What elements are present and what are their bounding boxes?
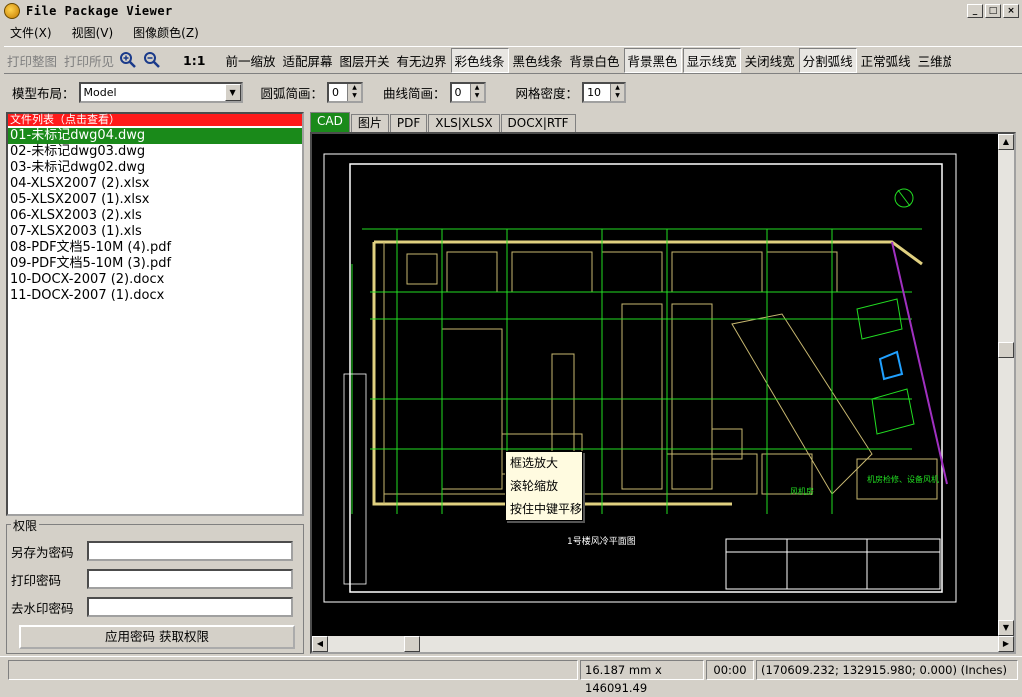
scrollbar-thumb[interactable] [998,342,1014,358]
split-arc-button[interactable]: 分割弧线 [798,47,857,73]
cad-drawing[interactable]: 1号楼风冷平面图 风机房 机房检修、设备风机 [312,134,998,636]
border-toggle-button[interactable]: 有无边界 [393,49,449,72]
print-password-input[interactable] [87,569,293,589]
black-background-button[interactable]: 背景黑色 [623,47,682,73]
context-item-box-zoom[interactable]: 框选放大 [506,452,582,475]
scroll-left-icon[interactable]: ◀ [312,636,328,652]
grid-density-value: 10 [587,85,602,99]
file-item[interactable]: 02-未标记dwg03.dwg [8,144,302,160]
arc-simplify-value: 0 [332,85,340,99]
drawing-label-note: 机房检修、设备风机 [867,474,939,484]
print-visible-button[interactable]: 打印所见 [61,49,117,72]
prev-zoom-button[interactable]: 前一缩放 [222,49,278,72]
status-cell-empty [8,660,578,680]
watermark-password-input[interactable] [87,597,293,617]
drawing-caption: 1号楼风冷平面图 [567,535,636,547]
status-bar: 16.187 mm x 146091.49 00:00 (170609.232;… [0,656,1022,695]
horizontal-scrollbar[interactable]: ◀ ▶ [312,636,1014,652]
spinner-arrows-icon[interactable]: ▲ ▼ [469,83,484,101]
curve-simplify-spinner[interactable]: 0 ▲ ▼ [449,81,486,103]
vertical-scrollbar[interactable]: ▲ ▼ [998,134,1014,636]
permissions-group: 权限 另存为密码 打印密码 去水印密码 应用密码 获取权限 [6,517,304,654]
minimize-button[interactable]: _ [967,4,983,18]
layout-select[interactable]: Model ▼ [78,81,243,103]
menu-bar: 文件(X) 视图(V) 图像颜色(Z) [0,22,1022,42]
app-window: File Package Viewer _ □ × 文件(X) 视图(V) 图像… [0,0,1022,695]
spinner-arrows-icon[interactable]: ▲ ▼ [610,83,625,101]
context-item-wheel-zoom[interactable]: 滚轮缩放 [506,475,582,498]
file-item[interactable]: 04-XLSX2007 (2).xlsx [8,176,302,192]
tab-cad[interactable]: CAD [310,112,350,132]
fit-screen-button[interactable]: 适配屏幕 [279,49,335,72]
3d-rotate-button[interactable]: 三维旋转 [915,49,951,72]
drawing-label-equipment: 风机房 [790,486,814,496]
file-item[interactable]: 03-未标记dwg02.dwg [8,160,302,176]
arc-simplify-label: 圆弧简画： [260,85,324,101]
black-lines-button[interactable]: 黑色线条 [510,49,566,72]
permissions-title: 权限 [11,517,40,534]
tab-pdf[interactable]: PDF [389,114,428,132]
file-item[interactable]: 06-XLSX2003 (2).xls [8,208,302,224]
file-item[interactable]: 09-PDF文档5-10M (3).pdf [8,256,302,272]
close-button[interactable]: × [1003,4,1019,18]
menu-file[interactable]: 文件(X) [0,24,62,41]
apply-password-button[interactable]: 应用密码 获取权限 [19,625,295,649]
title-bar: File Package Viewer _ □ × [0,0,1022,22]
grid-density-label: 网格密度： [515,85,579,101]
file-item[interactable]: 11-DOCX-2007 (1).docx [8,288,302,304]
file-list: 01-未标记dwg04.dwg 02-未标记dwg03.dwg 03-未标记dw… [8,128,302,304]
scroll-right-icon[interactable]: ▶ [998,636,1014,652]
color-lines-button[interactable]: 彩色线条 [450,47,509,73]
tab-image[interactable]: 图片 [350,114,389,132]
options-bar: 模型布局： Model ▼ 圆弧简画： 0 ▲ ▼ 曲线简画： 0 ▲ ▼ 网格密度… [4,78,1022,106]
hide-lineweight-button[interactable]: 关闭线宽 [742,49,798,72]
status-scale: 16.187 mm x 146091.49 [580,660,704,695]
grid-density-spinner[interactable]: 10 ▲ ▼ [582,81,627,103]
watermark-password-label: 去水印密码 [11,600,74,616]
zoom-out-icon[interactable] [142,50,162,70]
menu-view[interactable]: 视图(V) [62,24,124,41]
zoom-in-icon[interactable] [118,50,138,70]
layout-label: 模型布局： [12,85,75,101]
context-menu: 框选放大 滚轮缩放 按住中键平移 [505,451,583,521]
toolbar: 打印整图 打印所见 1:1 前一缩放 适配屏幕 图层开关 有无边界 彩色线条 黑… [4,46,1022,74]
layer-toggle-button[interactable]: 图层开关 [336,49,392,72]
status-time: 00:00 [706,660,754,680]
app-logo-icon [4,3,20,19]
file-item[interactable]: 07-XLSX2003 (1).xls [8,224,302,240]
arc-simplify-spinner[interactable]: 0 ▲ ▼ [327,81,364,103]
chevron-down-icon[interactable]: ▼ [224,83,241,101]
save-as-password-input[interactable] [87,541,293,561]
scroll-up-icon[interactable]: ▲ [998,134,1014,150]
tab-xls[interactable]: XLS|XLSX [428,114,500,132]
cad-viewer[interactable]: 1号楼风冷平面图 风机房 机房检修、设备风机 ▲ ▼ ◀ ▶ [310,132,1016,654]
scrollbar-thumb[interactable] [404,636,420,652]
maximize-button[interactable]: □ [985,4,1001,18]
show-lineweight-button[interactable]: 显示线宽 [682,47,741,73]
actual-size-button[interactable]: 1:1 [180,51,208,70]
file-item[interactable]: 10-DOCX-2007 (2).docx [8,272,302,288]
context-item-pan[interactable]: 按住中键平移 [506,498,582,521]
window-title: File Package Viewer [26,4,173,18]
file-list-header: 文件列表（点击查看） [8,114,302,126]
curve-simplify-value: 0 [454,85,462,99]
spinner-arrows-icon[interactable]: ▲ ▼ [347,83,362,101]
curve-simplify-label: 曲线简画： [383,85,446,101]
white-background-button[interactable]: 背景白色 [567,49,623,72]
print-password-label: 打印密码 [11,572,62,588]
layout-value: Model [83,85,117,99]
save-as-password-label: 另存为密码 [11,544,74,560]
file-item[interactable]: 01-未标记dwg04.dwg [8,128,302,144]
scroll-down-icon[interactable]: ▼ [998,620,1014,636]
file-item[interactable]: 08-PDF文档5-10M (4).pdf [8,240,302,256]
tab-docx[interactable]: DOCX|RTF [500,114,576,132]
file-item[interactable]: 05-XLSX2007 (1).xlsx [8,192,302,208]
status-coordinates: (170609.232; 132915.980; 0.000) (Inches) [756,660,1018,680]
normal-arc-button[interactable]: 正常弧线 [858,49,914,72]
viewer-tabs: CAD 图片 PDF XLS|XLSX DOCX|RTF [310,112,577,132]
print-all-button[interactable]: 打印整图 [4,49,60,72]
menu-image-color[interactable]: 图像颜色(Z) [123,24,209,41]
file-list-panel: 文件列表（点击查看） 01-未标记dwg04.dwg 02-未标记dwg03.d… [6,112,304,516]
